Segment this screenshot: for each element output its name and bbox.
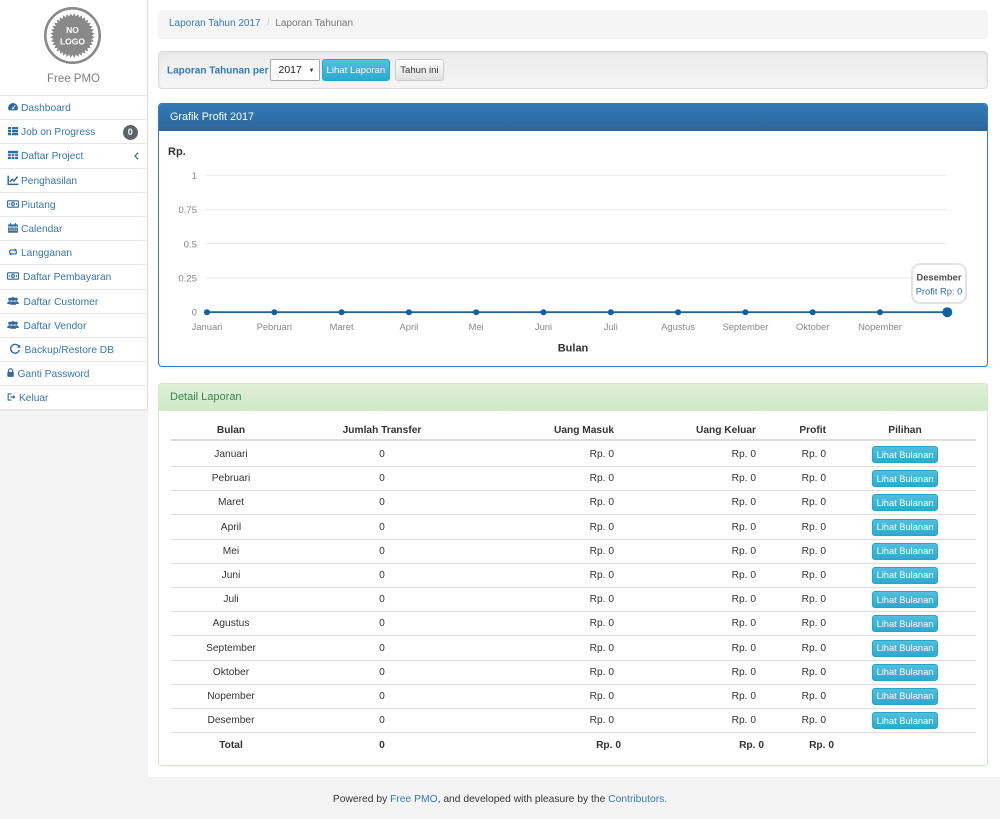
svg-text:0.75: 0.75 <box>178 205 197 216</box>
svg-text:Bulan: Bulan <box>558 343 589 355</box>
svg-text:Agustus: Agustus <box>661 321 695 332</box>
svg-text:Profit Rp: 0: Profit Rp: 0 <box>916 287 963 297</box>
svg-text:Mei: Mei <box>469 321 484 332</box>
svg-text:1: 1 <box>192 171 197 182</box>
svg-text:0.25: 0.25 <box>178 274 197 285</box>
svg-text:Juni: Juni <box>535 321 552 332</box>
svg-text:September: September <box>722 321 768 332</box>
svg-text:Oktober: Oktober <box>796 321 829 332</box>
svg-text:Maret: Maret <box>330 321 354 332</box>
svg-text:Desember: Desember <box>917 273 962 283</box>
svg-text:NO: NO <box>66 25 79 35</box>
svg-text:0.5: 0.5 <box>184 239 197 250</box>
svg-text:Pebruari: Pebruari <box>257 321 292 332</box>
svg-text:Nopember: Nopember <box>858 321 902 332</box>
svg-text:April: April <box>400 321 419 332</box>
svg-text:0: 0 <box>192 308 197 319</box>
svg-text:Januari: Januari <box>192 321 223 332</box>
svg-text:LOGO: LOGO <box>60 37 85 47</box>
svg-text:Rp.: Rp. <box>168 146 186 158</box>
svg-text:Juli: Juli <box>604 321 618 332</box>
